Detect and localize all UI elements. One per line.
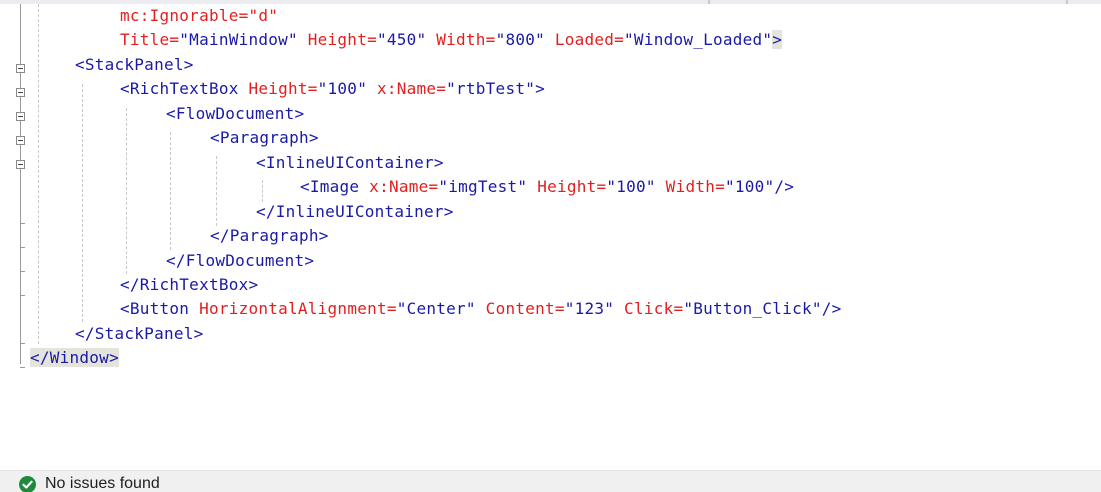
fold-end-marker <box>20 247 25 248</box>
fold-end-marker <box>20 271 25 272</box>
code-line[interactable]: </Paragraph> <box>210 224 329 248</box>
code-token: "imgTest" <box>438 177 528 196</box>
code-token: <Paragraph> <box>210 128 319 147</box>
code-line[interactable]: <StackPanel> <box>75 53 194 77</box>
code-token: <Image <box>300 177 360 196</box>
status-message: No issues found <box>45 475 160 492</box>
code-attribute-token: Loaded= <box>544 30 625 49</box>
indent-guide <box>126 108 127 274</box>
code-line[interactable]: </FlowDocument> <box>166 249 314 273</box>
fold-margin-line <box>20 4 21 364</box>
code-token: "100" <box>606 177 656 196</box>
check-circle-icon <box>19 476 36 492</box>
indent-guide <box>216 156 217 226</box>
code-token: /> <box>821 299 842 318</box>
collapse-stackpanel-icon[interactable] <box>16 64 25 73</box>
code-line[interactable]: <Paragraph> <box>210 126 319 150</box>
code-line[interactable]: mc:Ignorable="d" <box>120 4 278 28</box>
code-token: </Window> <box>30 348 119 367</box>
fold-end-marker <box>20 343 25 344</box>
code-token: <RichTextBox <box>120 79 239 98</box>
code-token: "Center" <box>396 299 476 318</box>
collapse-inlineuicontainer-icon[interactable] <box>16 160 25 169</box>
code-token: "Window_Loaded" <box>624 30 773 49</box>
code-attribute-token: mc:Ignorable="d" <box>120 6 279 25</box>
status-bar: No issues found <box>0 470 1101 492</box>
code-attribute-token: Height= <box>238 79 318 98</box>
code-attribute-token: Height= <box>297 30 377 49</box>
code-attribute-token: Title= <box>120 30 180 49</box>
code-attribute-token: Click= <box>614 299 684 318</box>
code-line[interactable]: </StackPanel> <box>75 322 203 346</box>
code-token: </FlowDocument> <box>166 251 315 270</box>
indent-guide <box>38 4 39 344</box>
code-token: </InlineUIContainer> <box>256 202 454 221</box>
code-line[interactable]: <RichTextBox Height="100" x:Name="rtbTes… <box>120 77 545 101</box>
code-line[interactable]: Title="MainWindow" Height="450" Width="8… <box>120 28 783 52</box>
code-line[interactable]: </Window> <box>30 346 119 370</box>
code-attribute-token: x:Name= <box>367 79 447 98</box>
code-token: "100" <box>724 177 775 196</box>
code-token: </RichTextBox> <box>120 275 259 294</box>
collapse-flowdocument-icon[interactable] <box>16 112 25 121</box>
code-token: /> <box>774 177 795 196</box>
code-token: <InlineUIContainer> <box>256 153 444 172</box>
code-token: "100" <box>317 79 368 98</box>
code-editor[interactable]: mc:Ignorable="d" Title="MainWindow" Heigh… <box>0 4 1101 470</box>
code-line[interactable]: <Button HorizontalAlignment="Center" Con… <box>120 297 841 321</box>
code-token: "rtbTest" <box>446 79 536 98</box>
code-token: <StackPanel> <box>75 55 194 74</box>
code-token: </Paragraph> <box>210 226 329 245</box>
indent-guide <box>170 132 171 250</box>
code-attribute-token: Width= <box>426 30 496 49</box>
collapse-paragraph-icon[interactable] <box>16 136 25 145</box>
code-line[interactable]: <InlineUIContainer> <box>256 151 444 175</box>
code-token: "450" <box>376 30 427 49</box>
fold-end-marker <box>20 367 25 368</box>
fold-end-marker <box>20 295 25 296</box>
code-token: <Button <box>120 299 190 318</box>
code-attribute-token: Height= <box>527 177 607 196</box>
code-line[interactable]: <FlowDocument> <box>166 102 304 126</box>
code-token: > <box>535 79 545 98</box>
indent-guide <box>82 84 83 322</box>
code-attribute-token: HorizontalAlignment= <box>189 299 397 318</box>
collapse-richtextbox-icon[interactable] <box>16 88 25 97</box>
code-attribute-token: Content= <box>475 299 565 318</box>
code-line[interactable]: <Image x:Name="imgTest" Height="100" Wid… <box>300 175 794 199</box>
code-token: "123" <box>564 299 615 318</box>
code-token: <FlowDocument> <box>166 104 305 123</box>
code-token: </StackPanel> <box>75 324 204 343</box>
code-token: > <box>772 30 783 49</box>
fold-end-marker <box>20 223 25 224</box>
code-token: "800" <box>495 30 545 49</box>
code-attribute-token: Width= <box>655 177 725 196</box>
code-line[interactable]: </InlineUIContainer> <box>256 200 454 224</box>
code-attribute-token: x:Name= <box>359 177 439 196</box>
code-token: "Button_Click" <box>683 299 822 318</box>
indent-guide <box>262 180 263 202</box>
code-token: "MainWindow" <box>179 30 298 49</box>
code-line[interactable]: </RichTextBox> <box>120 273 258 297</box>
